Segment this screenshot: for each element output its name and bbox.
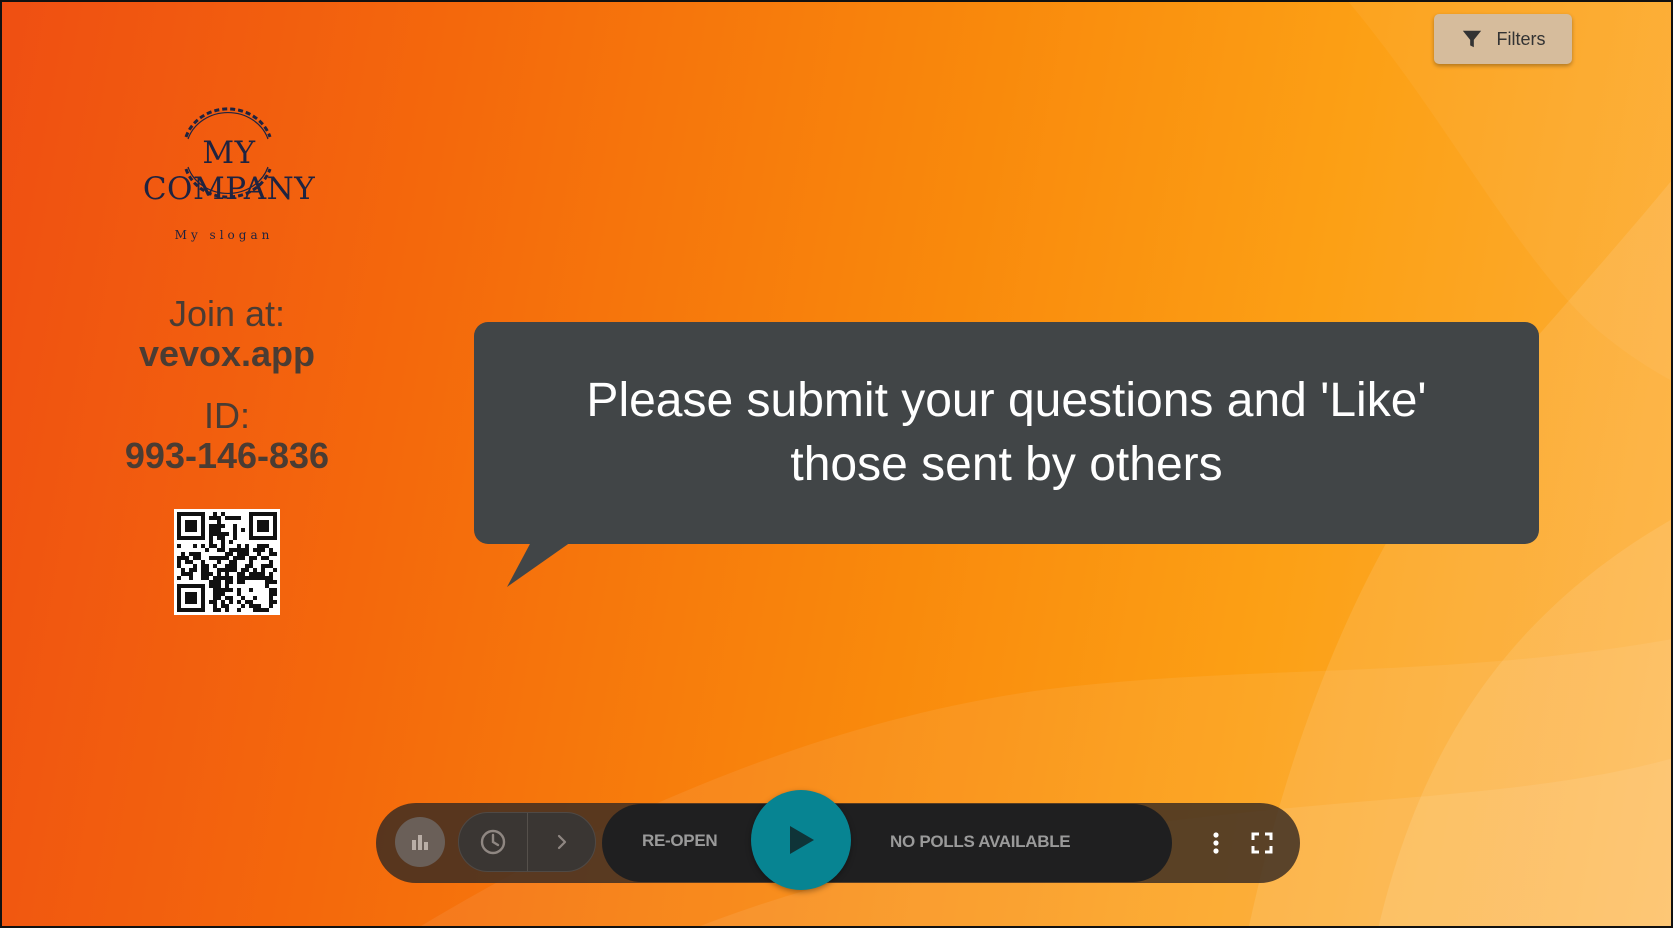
results-chart-button[interactable] — [395, 817, 445, 867]
timer-button[interactable] — [459, 813, 528, 871]
play-button[interactable] — [751, 790, 851, 890]
company-slogan: My slogan — [174, 228, 274, 242]
chevron-right-icon — [557, 834, 567, 850]
filters-label: Filters — [1496, 28, 1546, 49]
presentation-stage: Filters MY COMPANY My slogan Join at: ve… — [0, 0, 1673, 928]
session-id-label: ID: — [203, 395, 250, 436]
message-bubble: Please submit your questions and 'Like' … — [474, 322, 1539, 544]
bar-chart-icon — [412, 835, 428, 850]
more-options-button[interactable] — [1196, 823, 1236, 863]
reopen-button[interactable]: RE-OPEN — [642, 831, 718, 851]
join-url: vevox.app — [138, 333, 316, 374]
play-icon — [790, 826, 814, 854]
fullscreen-button[interactable] — [1242, 823, 1282, 863]
fullscreen-icon — [1251, 832, 1273, 854]
filter-icon — [1462, 30, 1481, 48]
company-logo: MY COMPANY My slogan — [114, 97, 344, 247]
qr-code — [174, 509, 280, 615]
join-info: Join at: vevox.app ID: 993-146-836 — [97, 294, 357, 476]
session-id-value: 993-146-836 — [124, 435, 330, 476]
timer-group — [458, 812, 596, 872]
clock-icon — [480, 829, 506, 855]
filters-button[interactable]: Filters — [1434, 14, 1572, 64]
company-name: MY COMPANY — [142, 135, 316, 207]
more-vertical-icon — [1213, 832, 1219, 854]
join-label: Join at: — [168, 293, 286, 334]
bubble-tail — [507, 542, 571, 587]
poll-status-text: NO POLLS AVAILABLE — [890, 832, 1071, 851]
next-button[interactable] — [528, 813, 596, 871]
prompt-message: Please submit your questions and 'Like' … — [586, 374, 1427, 491]
